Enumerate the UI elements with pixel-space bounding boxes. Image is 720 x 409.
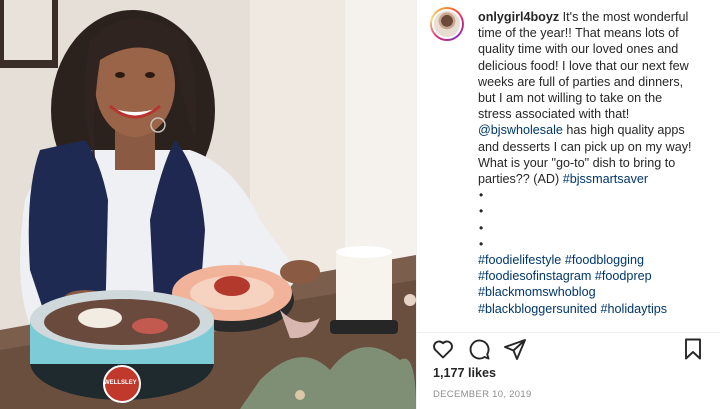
caption-mention-line: @bjswholesale has high quality apps bbox=[478, 122, 714, 138]
caption-dots: • • • • bbox=[478, 187, 714, 252]
caption-text-3: delicious food! I love that our next few bbox=[478, 58, 689, 73]
heart-icon[interactable] bbox=[431, 337, 455, 361]
dot-separator: • bbox=[479, 220, 484, 235]
caption-text-9: parties?? (AD) bbox=[478, 172, 563, 187]
hashtag-link[interactable]: #foodielifestyle bbox=[478, 253, 561, 267]
caption-text-0: It's the most wonderful bbox=[562, 10, 689, 24]
mention-link[interactable]: @bjswholesale bbox=[478, 123, 563, 137]
caption-text-4: weeks are full of parties and dinners, bbox=[478, 74, 684, 89]
hashtag-link[interactable]: #foodprep bbox=[595, 269, 652, 283]
post-side-panel: onlygirl4boyz It's the most wonderful ti… bbox=[416, 0, 720, 409]
caption-text-6: stress associated with that! bbox=[478, 107, 630, 122]
post-photo[interactable]: WELLSLEY bbox=[0, 0, 416, 409]
caption-mention-text: has high quality apps bbox=[562, 123, 685, 138]
hashtag-link[interactable]: #foodblogging bbox=[565, 253, 644, 267]
post-date: DECEMBER 10, 2019 bbox=[433, 389, 532, 400]
username-link[interactable]: onlygirl4boyz bbox=[478, 10, 559, 24]
action-bar bbox=[417, 332, 720, 360]
hashtag-link[interactable]: #holidaytips bbox=[601, 302, 668, 316]
share-icon[interactable] bbox=[503, 337, 527, 361]
tray-brand-label: WELLSLEY bbox=[104, 380, 137, 386]
hashtag-line: #foodiesofinstagram #foodprep bbox=[478, 268, 714, 284]
caption-text-1: time of the year!! That means lots of bbox=[478, 26, 679, 41]
hashtag-link[interactable]: #blackbloggersunited bbox=[478, 302, 597, 316]
bookmark-icon[interactable] bbox=[681, 337, 705, 361]
dot-separator: • bbox=[479, 236, 484, 251]
post-caption: onlygirl4boyz It's the most wonderful ti… bbox=[478, 9, 714, 317]
hashtag-link[interactable]: #bjssmartsaver bbox=[563, 172, 648, 186]
photo-illustration bbox=[0, 0, 416, 409]
hashtag-line: #blackmomswhoblog bbox=[478, 284, 714, 300]
likes-count[interactable]: 1,177 likes bbox=[433, 366, 496, 380]
avatar[interactable] bbox=[430, 7, 464, 41]
caption-text-8: What is your "go-to" dish to bring to bbox=[478, 155, 676, 170]
avatar-image bbox=[432, 9, 462, 39]
hashtag-line: #foodielifestyle #foodblogging bbox=[478, 252, 714, 268]
caption-text-7: and desserts I can pick up on my way! bbox=[478, 139, 692, 154]
caption-tag-line: parties?? (AD) #bjssmartsaver bbox=[478, 171, 714, 187]
caption-text-2: quality time with our loved ones and bbox=[478, 42, 679, 57]
comment-icon[interactable] bbox=[467, 337, 491, 361]
hashtag-link[interactable]: #blackmomswhoblog bbox=[478, 285, 596, 299]
hashtag-line: #blackbloggersunited #holidaytips bbox=[478, 301, 714, 317]
caption-text-5: but I am not willing to take on the bbox=[478, 91, 663, 106]
dot-separator: • bbox=[479, 188, 484, 203]
dot-separator: • bbox=[479, 204, 484, 219]
hashtag-link[interactable]: #foodiesofinstagram bbox=[478, 269, 591, 283]
